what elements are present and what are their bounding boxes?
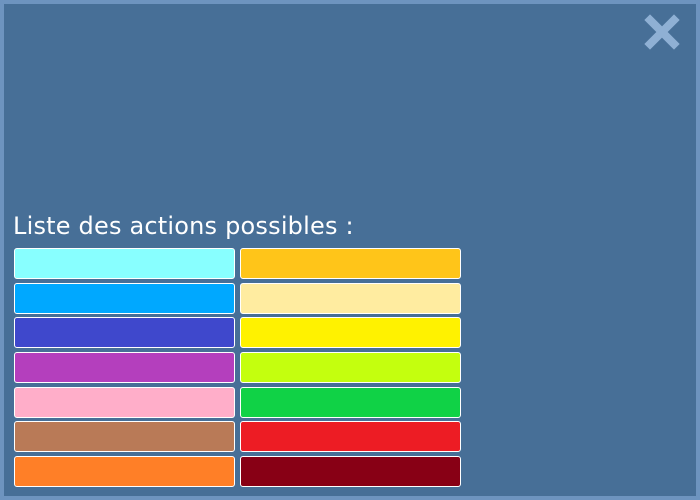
action-button-2[interactable] bbox=[240, 248, 461, 279]
action-button-4[interactable] bbox=[240, 282, 461, 314]
dialog-panel: Liste des actions possibles : bbox=[0, 0, 700, 500]
action-button-5[interactable] bbox=[14, 317, 235, 349]
action-button-7[interactable] bbox=[14, 352, 235, 384]
action-button-14[interactable] bbox=[240, 456, 461, 488]
action-button-10[interactable] bbox=[240, 386, 461, 418]
close-icon bbox=[644, 14, 680, 50]
action-button-1[interactable] bbox=[14, 248, 235, 279]
action-button-8[interactable] bbox=[240, 352, 461, 384]
action-button-11[interactable] bbox=[14, 421, 235, 453]
action-button-9[interactable] bbox=[14, 386, 235, 418]
actions-list-title: Liste des actions possibles : bbox=[13, 212, 354, 240]
action-button-13[interactable] bbox=[14, 456, 235, 488]
action-button-6[interactable] bbox=[240, 317, 461, 349]
actions-grid bbox=[14, 248, 462, 488]
action-button-12[interactable] bbox=[240, 421, 461, 453]
action-button-3[interactable] bbox=[14, 282, 235, 314]
close-button[interactable] bbox=[644, 14, 680, 50]
